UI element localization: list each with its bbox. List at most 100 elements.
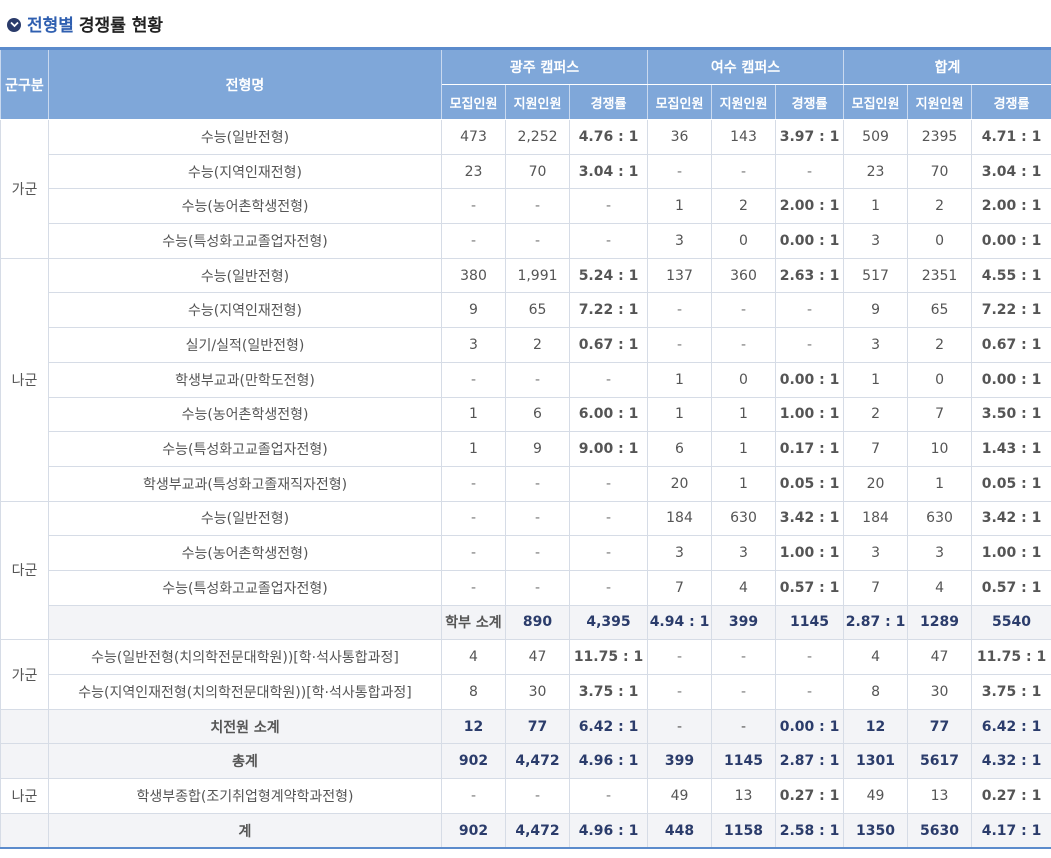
quota-cell: - bbox=[441, 569, 506, 606]
section-header: 전형별 경쟁률 현황 bbox=[0, 0, 1051, 47]
subtotal-label: 총계 bbox=[48, 743, 442, 780]
ratio-cell: - bbox=[775, 292, 845, 329]
ratio-cell: - bbox=[568, 223, 649, 259]
applicants-cell: 0 bbox=[711, 223, 777, 259]
chevron-down-circle-icon bbox=[7, 17, 21, 32]
ratio-cell: 0.00 : 1 bbox=[971, 223, 1051, 259]
quota-cell: 7 bbox=[843, 431, 909, 467]
subtotal-label: 계 bbox=[48, 812, 442, 849]
applicants-cell: 47 bbox=[505, 639, 570, 675]
ratio-cell: 7.22 : 1 bbox=[568, 292, 649, 329]
admission-type-name: 수능(농어촌학생전형) bbox=[48, 396, 442, 433]
header-group: 군구분 bbox=[0, 48, 49, 120]
ratio-cell: - bbox=[568, 500, 649, 537]
table-row: 다군 수능(일반전형) - - -184 630 3.42 : 1 184 630 3.42 : … bbox=[0, 500, 1051, 641]
quota-cell: - bbox=[441, 223, 506, 259]
quota-cell: - bbox=[647, 153, 713, 190]
ratio-cell: 3.04 : 1 bbox=[568, 153, 649, 190]
applicants-cell: 1,991 bbox=[505, 257, 570, 294]
admission-type-name: 수능(일반전형(치의학전문대학원))[학·석사통합과정] bbox=[48, 639, 442, 675]
subtotal-row: 계 902 4,472 4.96 : 1 448 1158 2.58 : 1 1350 5630… bbox=[0, 812, 1051, 849]
admission-type-name: 수능(특성화고교졸업자전형) bbox=[48, 569, 442, 606]
quota-cell: - bbox=[441, 188, 506, 225]
group-cell bbox=[48, 604, 442, 641]
ratio-cell: 9.00 : 1 bbox=[568, 431, 649, 467]
applicants-cell: - bbox=[505, 535, 570, 571]
applicants-cell: - bbox=[505, 361, 570, 398]
ratio-cell: 6.42 : 1 bbox=[568, 708, 649, 745]
admission-type-name: 수능(지역인재전형) bbox=[48, 292, 442, 329]
group-cell bbox=[0, 812, 49, 849]
ratio-cell: 3.04 : 1 bbox=[971, 153, 1051, 190]
ratio-cell: 6.00 : 1 bbox=[568, 396, 649, 433]
quota-cell: 3 bbox=[843, 535, 909, 571]
table-row: 실기/실적(일반전형) 3 2 0.67 : 1- - -3 2 0.67 : 1 bbox=[1, 327, 1051, 363]
ratio-cell: 4.55 : 1 bbox=[971, 257, 1051, 294]
applicants-cell: 2351 bbox=[907, 257, 973, 294]
quota-cell: 8 bbox=[441, 674, 506, 710]
quota-cell: 1301 bbox=[843, 743, 909, 780]
quota-cell: 7 bbox=[843, 569, 909, 606]
admission-type-name: 수능(특성화고교졸업자전형) bbox=[48, 431, 442, 467]
ratio-cell: - bbox=[775, 674, 845, 710]
applicants-cell: 30 bbox=[505, 674, 570, 710]
table-row: 수능(특성화고교졸업자전형) - - -3 0 0.00 : 1 3 0 0.00 : 1 bbox=[1, 223, 1051, 259]
applicants-cell: 30 bbox=[907, 674, 973, 710]
applicants-cell: 1158 bbox=[711, 812, 777, 849]
ratio-cell: - bbox=[568, 361, 649, 398]
subtotal-row: 치전원 소계 12 77 6.42 : 1- -0.00 : 1 12 77 6.42 : 1 bbox=[0, 708, 1051, 745]
ratio-cell: 5.24 : 1 bbox=[568, 257, 649, 294]
header-campus-yeosu: 여수 캠퍼스 bbox=[647, 48, 845, 85]
applicants-cell: 5617 bbox=[907, 743, 973, 780]
ratio-cell: 4.76 : 1 bbox=[568, 119, 649, 155]
table-row: 수능(지역인재전형) 23 70 3.04 : 1- - -23 70 3.04 : 1 bbox=[1, 153, 1051, 190]
applicants-cell: - bbox=[711, 674, 777, 710]
applicants-cell: - bbox=[505, 465, 570, 502]
ratio-cell: 0.67 : 1 bbox=[971, 327, 1051, 363]
ratio-cell: - bbox=[568, 465, 649, 502]
group-cell bbox=[0, 708, 49, 745]
applicants-cell: 4,472 bbox=[505, 743, 570, 780]
ratio-cell: 1.00 : 1 bbox=[775, 396, 845, 433]
table-row: 수능(지역인재전형) 9 65 7.22 : 1- - -9 65 7.22 : 1 bbox=[1, 292, 1051, 329]
ratio-cell: 4.94 : 1 bbox=[647, 604, 713, 641]
applicants-cell: 0 bbox=[907, 223, 973, 259]
applicants-cell: 77 bbox=[907, 708, 973, 745]
ratio-cell: 1.43 : 1 bbox=[971, 431, 1051, 467]
ratio-cell: 0.00 : 1 bbox=[775, 361, 845, 398]
applicants-cell: 1 bbox=[711, 431, 777, 467]
quota-cell: 3 bbox=[843, 223, 909, 259]
quota-cell: 902 bbox=[441, 812, 506, 849]
ratio-cell: 0.57 : 1 bbox=[971, 569, 1051, 606]
quota-cell: 890 bbox=[505, 604, 570, 641]
group-cell: 다군 bbox=[0, 500, 49, 641]
ratio-cell: 0.00 : 1 bbox=[775, 708, 845, 745]
ratio-cell: - bbox=[775, 327, 845, 363]
applicants-cell: - bbox=[505, 778, 570, 814]
quota-cell: 137 bbox=[647, 257, 713, 294]
applicants-cell: 0 bbox=[907, 361, 973, 398]
applicants-cell: 3 bbox=[907, 535, 973, 571]
table-row: 학생부교과(특성화고졸재직자전형) - - -20 1 0.05 : 1 20 1 0.05 :… bbox=[1, 465, 1051, 502]
admission-type-name: 수능(지역인재전형(치의학전문대학원))[학·석사통합과정] bbox=[48, 674, 442, 710]
ratio-cell: 4.96 : 1 bbox=[568, 743, 649, 780]
quota-cell: 4 bbox=[441, 639, 506, 675]
applicants-cell: 2 bbox=[907, 188, 973, 225]
applicants-cell: 4 bbox=[711, 569, 777, 606]
applicants-cell: 2 bbox=[505, 327, 570, 363]
admission-type-name: 학생부교과(만학도전형) bbox=[48, 361, 442, 398]
applicants-cell: 70 bbox=[505, 153, 570, 190]
applicants-cell: - bbox=[505, 500, 570, 537]
applicants-cell: 65 bbox=[505, 292, 570, 329]
applicants-cell: - bbox=[505, 223, 570, 259]
header-applicants: 지원인원 bbox=[711, 84, 777, 120]
group-cell: 가군 bbox=[0, 119, 49, 259]
applicants-cell: - bbox=[711, 292, 777, 329]
header-ratio: 경쟁률 bbox=[971, 84, 1051, 120]
quota-cell: 3 bbox=[647, 535, 713, 571]
quota-cell: 1289 bbox=[907, 604, 973, 641]
ratio-cell: 11.75 : 1 bbox=[568, 639, 649, 675]
quota-cell: 23 bbox=[441, 153, 506, 190]
ratio-cell: - bbox=[568, 535, 649, 571]
applicants-cell: 10 bbox=[907, 431, 973, 467]
